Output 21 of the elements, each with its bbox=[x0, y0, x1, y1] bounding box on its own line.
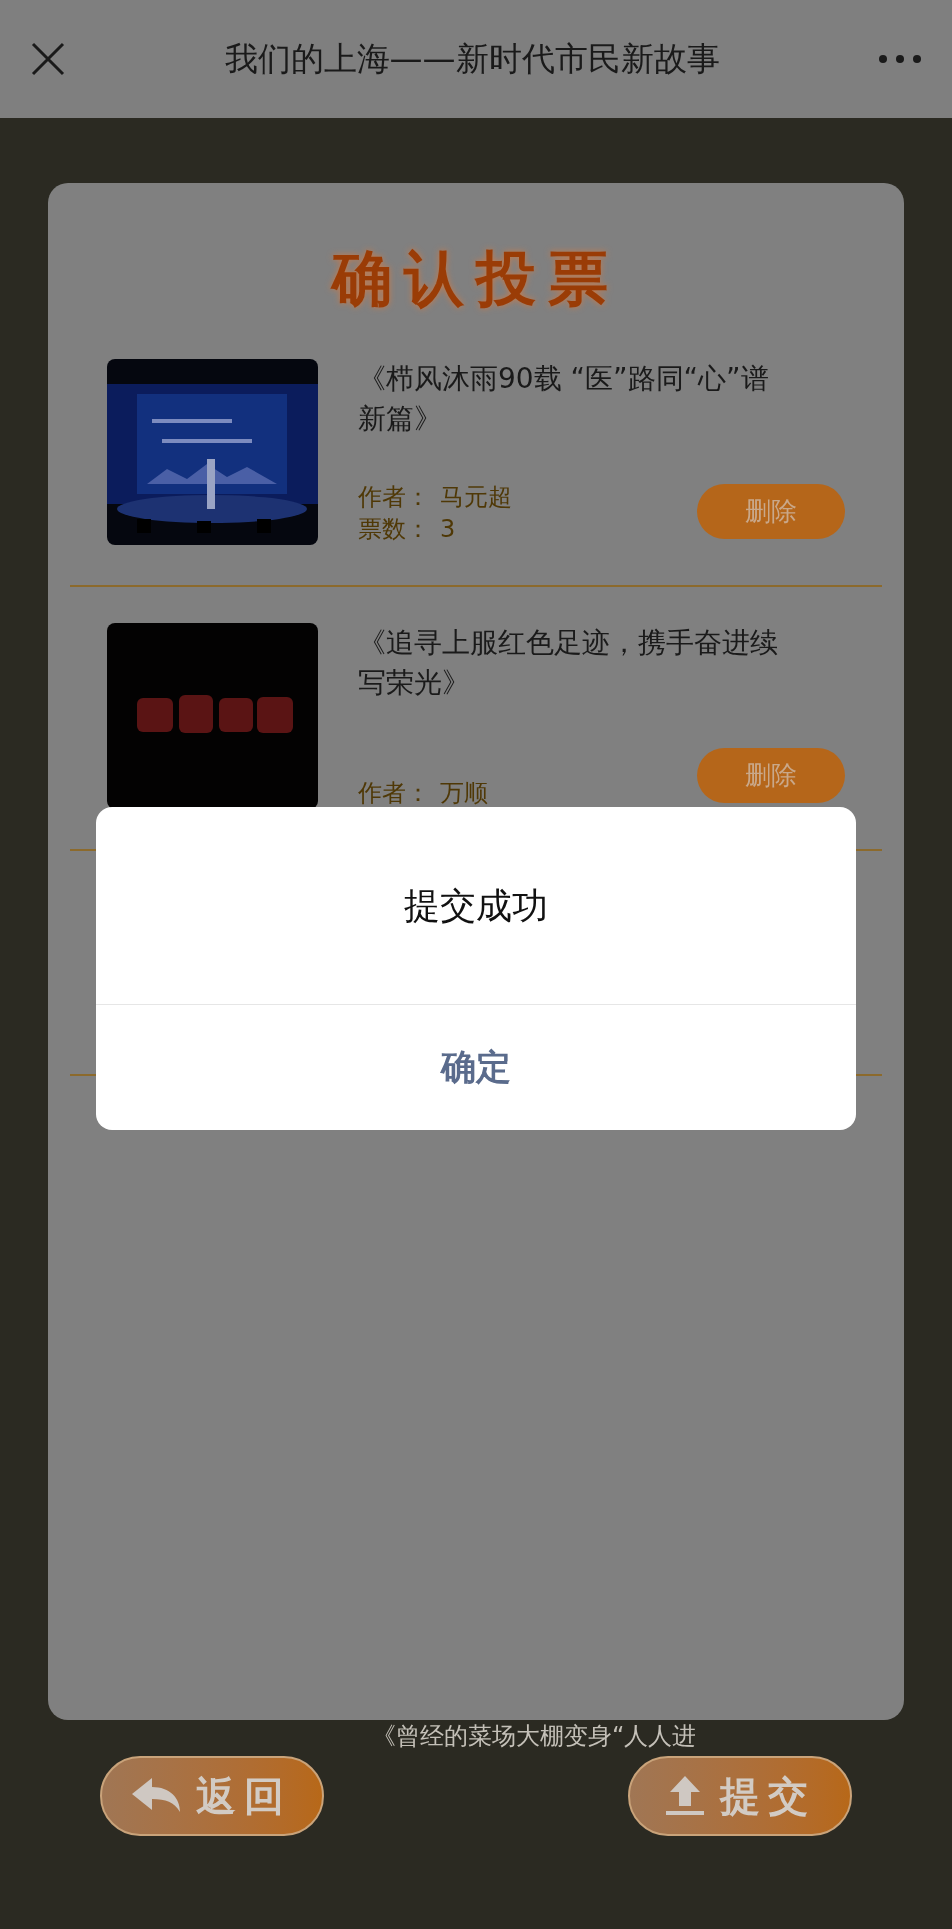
panel-title: 确认投票 bbox=[332, 242, 620, 315]
author-name: 万顺 bbox=[440, 778, 488, 809]
work-title: 《曾经的菜场大棚变身“人人进 bbox=[371, 1722, 698, 1750]
votes-label: 票数： bbox=[358, 514, 430, 545]
reply-arrow-icon bbox=[132, 1778, 182, 1814]
window-title: 我们的上海——新时代市民新故事 bbox=[223, 38, 721, 81]
work-title: 《栉风沐雨90载 “医”路同“心”谱新篇》 bbox=[358, 361, 770, 437]
vote-count: 3 bbox=[440, 514, 456, 545]
author-name: 马元超 bbox=[440, 482, 512, 513]
work-title: 《追寻上服红色足迹，携手奋进续写荣光》 bbox=[358, 625, 778, 701]
delete-button[interactable]: 删除 bbox=[697, 748, 845, 803]
close-icon[interactable] bbox=[30, 41, 66, 77]
submit-button[interactable]: 提交 bbox=[628, 1756, 852, 1836]
author-label: 作者： bbox=[358, 778, 430, 809]
confirm-button[interactable]: 确定 bbox=[96, 1005, 856, 1130]
author-label: 作者： bbox=[358, 482, 430, 513]
more-icon[interactable] bbox=[878, 54, 922, 64]
dialog-message: 提交成功 bbox=[404, 883, 548, 928]
upload-icon bbox=[664, 1776, 706, 1816]
back-button[interactable]: 返回 bbox=[100, 1756, 324, 1836]
delete-button[interactable]: 删除 bbox=[697, 484, 845, 539]
